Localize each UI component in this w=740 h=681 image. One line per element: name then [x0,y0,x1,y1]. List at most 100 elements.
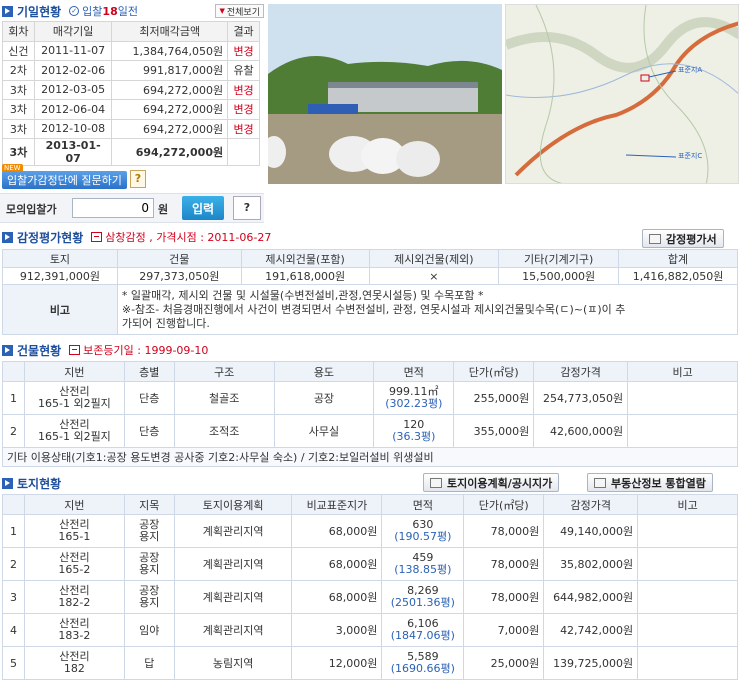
unit-price-cell: 25,000원 [463,646,545,680]
unit-price-cell: 78,000원 [463,580,545,614]
row-number: 2 [2,547,25,581]
ask-appraiser-button[interactable]: 입찰가감정단에 질문하기 [2,171,127,189]
section-arrow-icon [2,477,13,489]
lot-line: 165-1 외2필지 [37,397,111,410]
area-cell: 459 (138.85평) [381,547,465,581]
std-price-cell: 3,000원 [291,613,383,647]
table-row: 3차 2012-03-05 694,272,000원 변경 [2,79,260,100]
column-header: 제시외건물(포함) [240,249,370,268]
help-button[interactable]: ? [130,170,146,188]
price-cell: 35,802,000원 [543,547,639,581]
result-cell: 변경 [227,40,260,61]
land-type-cell: 공장 용지 [123,580,175,614]
bid-status-label: 입찰 [82,5,103,18]
column-header: 구조 [173,361,275,382]
land-plan-label: 토지이용계획/공시지가 [447,476,553,490]
column-header: 용도 [273,361,375,382]
bid-days: 18 [102,4,118,18]
column-header: 결과 [227,21,260,42]
land-table: 지번 지목 토지이용계획 비교표준지가 면적 단가(㎡당) 감정가격 비고 1 … [2,494,738,680]
appraisal-title: 감정평가현황 [17,230,84,245]
extra-building-excl-value: × [368,267,500,285]
note-cell [637,613,738,647]
price-cell: 644,982,000원 [543,580,639,614]
realty-info-button[interactable]: 부동산정보 통합열람 [587,473,713,492]
section-arrow-icon [2,5,13,17]
area-pyeong: (1847.06평) [390,629,455,642]
column-header: 토지이용계획 [173,494,293,515]
lot-line: 165-1 [58,530,91,543]
unit-price-cell: 7,000원 [463,613,545,647]
column-header-blank [2,494,25,515]
price-cell: 42,742,000원 [543,613,639,647]
row-number: 3 [2,580,25,614]
table-row: 5 산전리 182 답 농림지역 12,000원 5,589 (1690.66평) … [2,646,738,680]
document-icon [649,233,661,244]
column-header: 합계 [618,249,738,268]
result-cell [227,138,260,166]
caret-down-icon: ▼ [219,7,225,15]
column-header: 회차 [2,21,35,42]
building-table: 지번 층별 구조 용도 면적 단가(㎡당) 감정가격 비고 1 산전리 165-… [2,361,738,467]
area-cell: 5,589 (1690.66평) [381,646,465,680]
mock-bid-submit-button[interactable]: 입력 [182,196,224,220]
building-header: 건물현황 보존등기일 : 1999-09-10 [2,341,738,359]
result-cell: 유찰 [227,60,260,81]
appraisal-header: 감정평가현황 삼창감정 , 가격시점 : 2011-06-27 [2,228,738,246]
location-map[interactable]: 표준지A 표준지C [505,4,739,184]
price-cell: 42,600,000원 [533,414,629,448]
machinery-value: 15,500,000원 [498,267,620,285]
round-cell: 3차 [2,79,35,100]
amount-cell: 991,817,000원 [111,60,229,81]
land-type-line: 용지 [139,563,160,576]
property-photo-image [268,4,502,184]
land-type-cell: 임야 [123,613,175,647]
land-plan-cell: 계획관리지역 [173,580,293,614]
section-arrow-icon [2,231,13,243]
price-cell: 139,725,000원 [543,646,639,680]
date-cell: 2012-03-05 [33,79,113,100]
area-cell: 630 (190.57평) [381,514,465,548]
column-header: 건물 [116,249,242,268]
column-header: 층별 [123,361,175,382]
land-type-line: 용지 [139,596,160,609]
column-header: 기타(기계기구) [498,249,620,268]
lot-cell: 산전리 165-1 [23,514,125,548]
row-number: 5 [2,646,25,680]
bid-countdown: ✓ 입찰 18 일전 [69,3,138,19]
bid-days-suffix: 일전 [117,5,138,18]
column-header: 비고 [637,494,738,515]
table-row: 1 산전리 165-1 외2필지 단층 철골조 공장 999.11㎡ (302.… [2,381,738,415]
mock-bid-input[interactable] [72,198,154,218]
floor-cell: 단층 [123,381,175,415]
lot-line: 183-2 [58,629,91,642]
area-pyeong: (302.23평) [385,397,443,410]
round-cell: 3차 [2,99,35,120]
std-price-cell: 12,000원 [291,646,383,680]
total-value: 1,416,882,050원 [618,267,738,285]
column-header: 최저매각금액 [111,21,229,42]
lot-cell: 산전리 182-2 [23,580,125,614]
building-sub-note: 보존등기일 : 1999-09-10 [69,342,208,358]
realty-info-label: 부동산정보 통합열람 [611,476,706,490]
date-cell: 2013-01-07 [33,138,113,166]
lot-line: 182 [63,662,85,675]
table-row: 1 산전리 165-1 공장 용지 계획관리지역 68,000원 630 (190.5… [2,514,738,548]
land-value: 912,391,000원 [2,267,118,285]
section-arrow-icon [2,344,13,356]
mock-bid-help-button[interactable]: ? [233,196,261,220]
appraisal-sub-note: 삼창감정 , 가격시점 : 2011-06-27 [91,229,271,245]
date-cell: 2012-10-08 [33,118,113,139]
price-cell: 254,773,050원 [533,381,629,415]
land-type-cell: 공장 용지 [123,547,175,581]
document-icon [594,477,606,488]
building-etc-note: 기타 이용상태(기호1:공장 용도변경 공사중 기호2:사무실 숙소) / 기호… [2,447,738,467]
land-type-cell: 공장 용지 [123,514,175,548]
appraisal-report-button[interactable]: 감정평가서 [642,229,724,248]
property-photo[interactable] [268,4,502,184]
lot-cell: 산전리 165-1 외2필지 [23,414,125,448]
land-plan-cell: 농림지역 [173,646,293,680]
check-circle-icon: ✓ [69,6,80,16]
view-all-button[interactable]: ▼ 전체보기 [215,4,264,18]
land-plan-button[interactable]: 토지이용계획/공시지가 [423,473,560,492]
